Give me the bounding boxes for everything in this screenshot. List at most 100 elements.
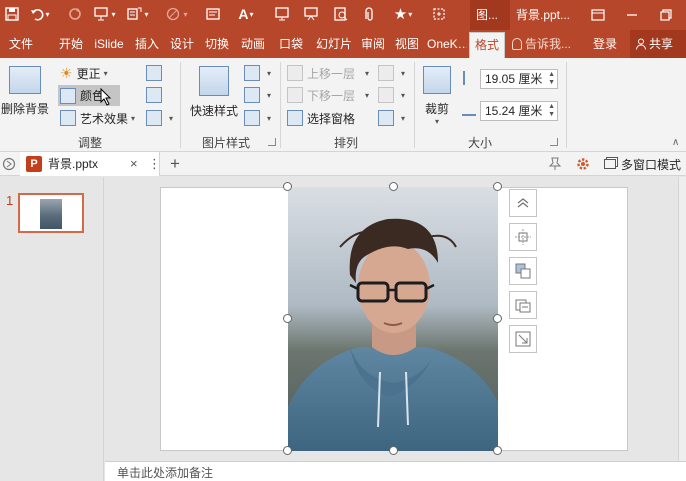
settings-gear-icon[interactable] xyxy=(576,156,590,172)
undo-icon[interactable]: ▾ xyxy=(26,3,54,25)
print-preview-icon[interactable] xyxy=(330,3,352,25)
tab-format[interactable]: 格式 xyxy=(469,32,505,58)
tab-animations[interactable]: 动画 xyxy=(238,30,268,58)
multi-window-mode-button[interactable]: 多窗口模式 xyxy=(604,152,681,176)
tab-list-icon[interactable] xyxy=(2,156,16,172)
spinner-arrows[interactable]: ▲ ▼ xyxy=(548,71,555,87)
color-button[interactable]: 颜色 xyxy=(58,85,120,106)
group-separator xyxy=(280,62,281,148)
size-dialog-launcher[interactable] xyxy=(550,138,558,146)
sign-in-link[interactable]: 登录 xyxy=(593,30,617,58)
resize-handle[interactable] xyxy=(283,446,292,455)
close-tab-icon[interactable]: × xyxy=(130,152,138,176)
vertical-scrollbar[interactable] xyxy=(678,177,686,461)
tab-view[interactable]: 视图 xyxy=(393,30,421,58)
notes-placeholder: 单击此处添加备注 xyxy=(117,466,214,480)
share-button[interactable]: 共享 xyxy=(630,30,686,58)
compress-pictures-button[interactable] xyxy=(146,64,166,82)
align-button[interactable]: ▾ xyxy=(378,64,405,82)
change-picture-button[interactable] xyxy=(146,86,166,104)
artistic-effects-button[interactable]: 艺术效果 ▾ xyxy=(60,109,135,127)
rotate-button[interactable]: ▾ xyxy=(378,109,405,127)
bring-forward-icon xyxy=(287,65,303,81)
resize-handle[interactable] xyxy=(493,182,502,191)
picture-effects-button[interactable]: ▾ xyxy=(244,86,271,104)
resize-handle[interactable] xyxy=(389,446,398,455)
align-center-icon[interactable] xyxy=(509,223,537,251)
spinner-arrows[interactable]: ▲ ▼ xyxy=(548,103,555,119)
resize-to-slide-icon[interactable] xyxy=(509,325,537,353)
slide-layout-icon[interactable] xyxy=(272,3,292,25)
notes-pane[interactable]: 单击此处添加备注 xyxy=(105,461,686,481)
height-spinner[interactable]: 19.05 厘米 ▲ ▼ xyxy=(480,69,558,89)
tab-review[interactable]: 审阅 xyxy=(359,30,387,58)
reset-picture-button[interactable]: ▾ xyxy=(146,109,173,127)
collapse-toolbar-icon[interactable] xyxy=(509,189,537,217)
slide-thumbnail-pane: 1 xyxy=(0,177,104,481)
tab-file[interactable]: 文件 xyxy=(8,30,34,58)
collapse-ribbon-icon[interactable]: ∧ xyxy=(672,136,679,148)
customize-toolbar-icon[interactable] xyxy=(428,3,450,25)
start-from-beginning-icon[interactable]: ▾ xyxy=(92,3,118,25)
tab-insert[interactable]: 插入 xyxy=(133,30,161,58)
tab-more-icon[interactable]: ⋮ xyxy=(148,152,161,176)
resize-handle[interactable] xyxy=(283,314,292,323)
crop-button[interactable]: 裁剪 ▾ xyxy=(420,62,454,132)
layer-order-icon[interactable] xyxy=(509,257,537,285)
ribbon-display-options-icon[interactable] xyxy=(582,0,614,30)
new-tab-button[interactable]: + xyxy=(170,152,180,176)
thumbnail-photo xyxy=(40,199,62,229)
format-painter-icon[interactable]: ▾ xyxy=(124,3,152,25)
picture-tools-context-tab[interactable]: 图... xyxy=(470,0,510,30)
resize-handle[interactable] xyxy=(493,446,502,455)
selection-pane-icon xyxy=(287,110,303,126)
document-tab[interactable]: P 背景.pptx × ⋮ xyxy=(20,152,161,176)
tab-home[interactable]: 开始 xyxy=(56,30,86,58)
remove-background-icon xyxy=(9,66,41,94)
multi-window-icon xyxy=(604,159,616,169)
picture-styles-dialog-launcher[interactable] xyxy=(268,138,276,146)
bring-forward-label: 上移一层 xyxy=(307,66,356,81)
copy-format-icon[interactable] xyxy=(509,291,537,319)
resize-handle[interactable] xyxy=(493,314,502,323)
document-title: 背景.ppt... xyxy=(516,8,571,22)
tab-design[interactable]: 设计 xyxy=(168,30,196,58)
star-icon[interactable]: ★ ▾ xyxy=(388,3,418,25)
tab-islide[interactable]: iSlide xyxy=(91,30,127,58)
font-color-icon[interactable]: A ▾ xyxy=(231,3,261,25)
corrections-button[interactable]: ☀ 更正 ▾ xyxy=(60,64,108,82)
sun-icon: ☀ xyxy=(60,64,73,81)
text-box-icon[interactable] xyxy=(203,3,223,25)
attach-icon[interactable] xyxy=(358,3,380,25)
portrait-photo[interactable] xyxy=(288,187,498,451)
tell-me-box[interactable]: 告诉我... xyxy=(512,30,571,58)
tab-slideshow[interactable]: 幻灯片 xyxy=(313,30,355,58)
lightbulb-icon xyxy=(512,38,522,50)
redo-icon[interactable] xyxy=(64,3,86,25)
bring-forward-button[interactable]: 上移一层 ▾ xyxy=(287,64,369,82)
change-picture-icon xyxy=(146,87,162,103)
align-icon xyxy=(378,65,394,81)
selection-pane-button[interactable]: 选择窗格 xyxy=(287,109,355,127)
picture-border-button[interactable]: ▾ xyxy=(244,64,271,82)
slide-thumbnail[interactable] xyxy=(18,193,84,233)
pin-icon[interactable] xyxy=(548,156,562,172)
resize-handle[interactable] xyxy=(283,182,292,191)
shape-fill-icon[interactable]: ▾ xyxy=(162,3,192,25)
remove-background-button[interactable]: 删除背景 xyxy=(1,62,49,132)
restore-icon[interactable] xyxy=(650,0,682,30)
tab-onekey[interactable]: OneK… xyxy=(427,30,467,58)
width-spinner[interactable]: 15.24 厘米 ▲ ▼ xyxy=(480,101,558,121)
send-backward-button[interactable]: 下移一层 ▾ xyxy=(287,86,369,104)
group-objects-button[interactable]: ▾ xyxy=(378,86,405,104)
picture-layout-button[interactable]: ▾ xyxy=(244,109,271,127)
quick-styles-button[interactable]: 快速样式 xyxy=(186,62,242,132)
picture-border-icon xyxy=(244,65,260,81)
resize-handle[interactable] xyxy=(389,182,398,191)
group-separator xyxy=(414,62,415,148)
minimize-icon[interactable] xyxy=(616,0,648,30)
presenter-view-icon[interactable] xyxy=(300,3,322,25)
tab-pocket-animation[interactable]: 口袋 xyxy=(276,30,306,58)
tab-transitions[interactable]: 切换 xyxy=(203,30,231,58)
save-icon[interactable] xyxy=(2,3,22,25)
